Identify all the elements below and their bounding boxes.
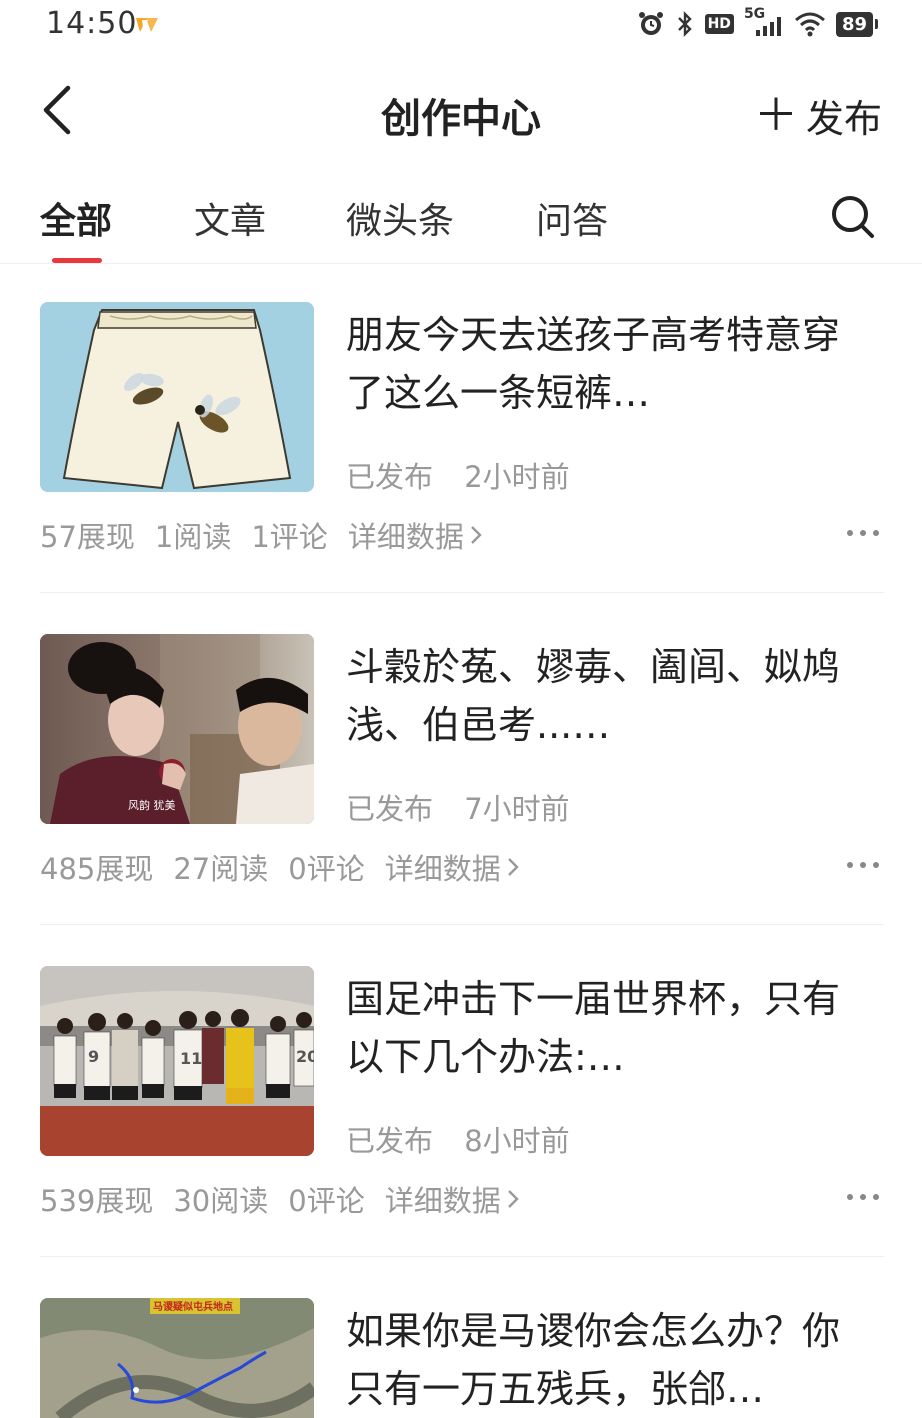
battery-level: 89 <box>835 11 873 37</box>
impressions-count: 485展现 <box>40 852 154 886</box>
article-thumbnail <box>40 302 314 492</box>
publish-time: 7小时前 <box>464 792 570 826</box>
chevron-right-icon <box>507 1190 519 1208</box>
bluetooth-icon <box>677 11 692 37</box>
article-stats: 485展现 27阅读 0评论 详细数据 <box>40 846 519 888</box>
publish-label: 发布 <box>805 97 882 141</box>
publish-time: 2小时前 <box>464 460 570 494</box>
article-thumbnail: 马谡疑似屯兵地点 <box>40 1298 314 1418</box>
article-thumbnail: 风韵 犹美 <box>40 634 314 824</box>
chevron-right-icon <box>507 858 519 876</box>
detailed-data-link[interactable]: 详细数据 <box>385 846 519 888</box>
search-icon[interactable] <box>830 194 876 240</box>
more-options-icon[interactable] <box>846 860 880 870</box>
tab-micro-posts[interactable]: 微头条 <box>346 192 454 244</box>
hd-icon: HD <box>704 14 734 34</box>
comments-count: 1评论 <box>251 520 328 554</box>
article-title[interactable]: 国足冲击下一届世界杯，只有以下几个办法:… <box>346 970 866 1086</box>
article-title[interactable]: 斗穀於菟、嫪毐、阖闾、姒鸠浅、伯邑考...… <box>346 638 866 754</box>
comments-count: 0评论 <box>288 852 365 886</box>
publish-status: 已发布 <box>346 1124 434 1158</box>
article-stats: 539展现 30阅读 0评论 详细数据 <box>40 1178 519 1220</box>
alarm-icon <box>638 12 663 35</box>
battery-indicator: 89 <box>835 11 878 37</box>
content-tabs: 全部 文章 微头条 问答 <box>0 180 922 264</box>
divider <box>40 592 884 593</box>
divider <box>40 924 884 925</box>
more-options-icon[interactable] <box>846 528 880 538</box>
active-tab-indicator <box>52 258 102 263</box>
tab-qa[interactable]: 问答 <box>536 192 608 244</box>
article-stats: 57展现 1阅读 1评论 详细数据 <box>40 514 482 556</box>
impressions-count: 539展现 <box>40 1184 154 1218</box>
reads-count: 30阅读 <box>173 1184 269 1218</box>
article-meta: 已发布 2小时前 <box>346 454 570 496</box>
detailed-data-label: 详细数据 <box>384 1184 501 1218</box>
publish-status: 已发布 <box>346 460 434 494</box>
divider <box>40 1256 884 1257</box>
wifi-icon <box>794 12 825 37</box>
signal-icon: 5G <box>744 6 784 38</box>
status-time: 14:50 <box>46 6 138 41</box>
tab-articles[interactable]: 文章 <box>194 192 266 244</box>
article-meta: 已发布 7小时前 <box>346 786 570 828</box>
app-notification-icon <box>136 18 158 32</box>
thumbnail-caption: 风韵 犹美 <box>128 798 176 812</box>
publish-status: 已发布 <box>346 792 434 826</box>
detailed-data-link[interactable]: 详细数据 <box>385 1178 519 1220</box>
tab-all[interactable]: 全部 <box>40 192 112 244</box>
more-options-icon[interactable] <box>846 1192 880 1202</box>
svg-text:9: 9 <box>88 1047 99 1066</box>
top-navigation-bar: 创作中心 ＋ 发布 <box>0 66 922 156</box>
impressions-count: 57展现 <box>40 520 135 554</box>
svg-text:11: 11 <box>180 1049 202 1068</box>
comments-count: 0评论 <box>288 1184 365 1218</box>
status-bar: 14:50 HD 5G 89 <box>0 0 922 50</box>
detailed-data-label: 详细数据 <box>384 852 501 886</box>
publish-time: 8小时前 <box>464 1124 570 1158</box>
reads-count: 1阅读 <box>154 520 232 554</box>
article-title[interactable]: 如果你是马谡你会怎么办？你只有一万五残兵，张郃… <box>346 1302 866 1418</box>
publish-button[interactable]: ＋ 发布 <box>754 88 882 143</box>
chevron-right-icon <box>470 526 482 544</box>
article-thumbnail: 9 11 20 <box>40 966 314 1156</box>
article-title[interactable]: 朋友今天去送孩子高考特意穿了这么一条短裤… <box>346 306 866 422</box>
article-meta: 已发布 8小时前 <box>346 1118 570 1160</box>
detailed-data-link[interactable]: 详细数据 <box>348 514 482 556</box>
thumbnail-caption: 马谡疑似屯兵地点 <box>153 1300 233 1313</box>
plus-icon: ＋ <box>753 89 798 141</box>
reads-count: 27阅读 <box>173 852 269 886</box>
svg-text:20: 20 <box>296 1047 314 1066</box>
detailed-data-label: 详细数据 <box>347 520 464 554</box>
